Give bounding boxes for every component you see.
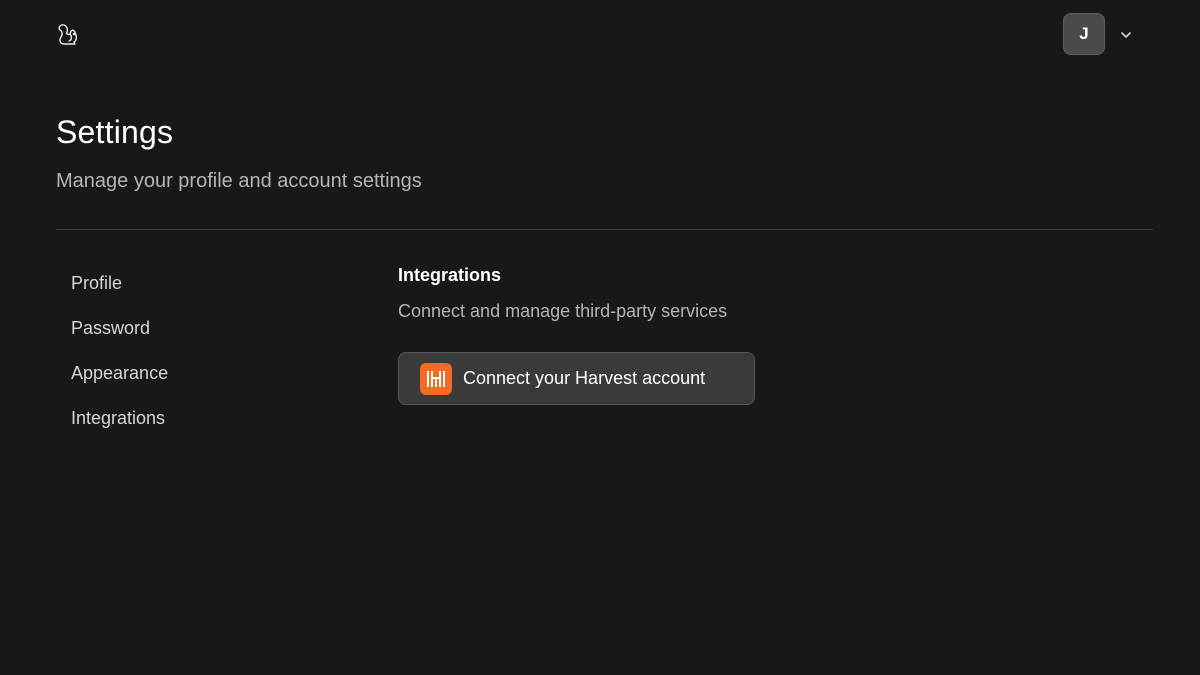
connect-harvest-button[interactable]: Connect your Harvest account: [398, 352, 755, 405]
harvest-icon: [420, 362, 452, 395]
header-divider: [56, 229, 1153, 230]
sidebar-item-appearance[interactable]: Appearance: [56, 352, 336, 397]
connect-harvest-label: Connect your Harvest account: [463, 368, 706, 388]
settings-sidebar: Profile Password Appearance Integrations: [56, 262, 336, 442]
sidebar-item-profile[interactable]: Profile: [56, 262, 336, 307]
chevron-down-icon[interactable]: [1117, 26, 1135, 44]
integrations-title: Integrations: [398, 265, 502, 285]
avatar-initial: J: [1079, 24, 1089, 43]
squirrel-logo-icon[interactable]: [56, 22, 82, 48]
top-bar: J: [0, 0, 1200, 70]
page-subtitle: Manage your profile and account settings: [56, 170, 422, 192]
integrations-description: Connect and manage third-party services: [398, 301, 728, 321]
page-title: Settings: [56, 114, 174, 150]
user-avatar-button[interactable]: J: [1063, 13, 1105, 55]
sidebar-item-integrations[interactable]: Integrations: [56, 397, 336, 442]
sidebar-item-password[interactable]: Password: [56, 307, 336, 352]
